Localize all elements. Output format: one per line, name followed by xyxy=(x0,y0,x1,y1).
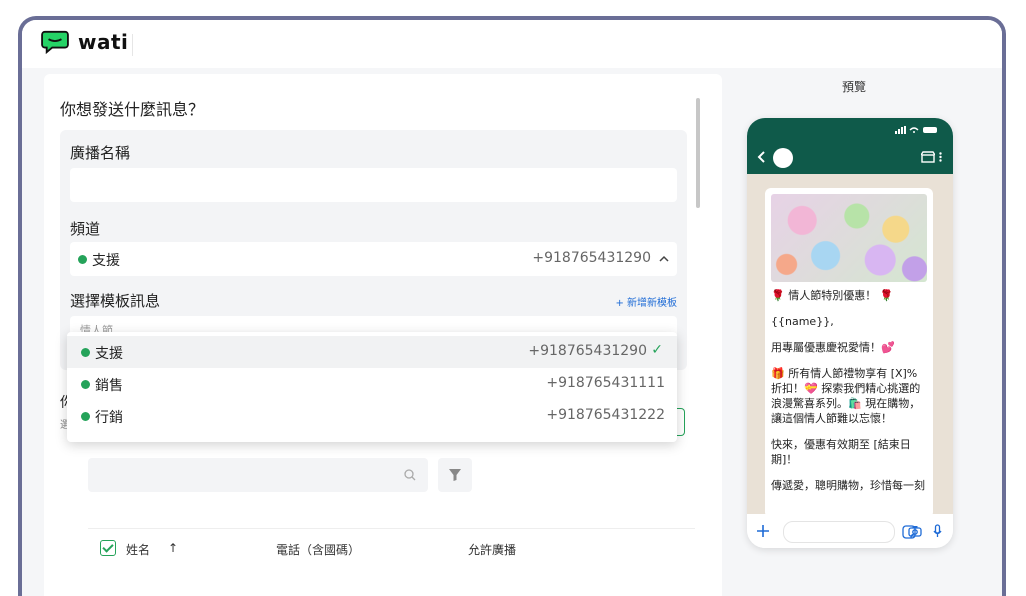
channel-dropdown: 支援 +918765431290 ✓ 銷售 +918765431111 行銷 +… xyxy=(67,332,677,442)
scrollbar[interactable] xyxy=(696,98,700,208)
chat-bubble-logo-icon xyxy=(41,30,69,54)
search-icon xyxy=(404,469,416,481)
broadcast-name-input[interactable] xyxy=(70,168,677,202)
column-header-phone[interactable]: 電話（含國碼） xyxy=(276,541,360,558)
composer-bar xyxy=(747,514,953,548)
chevron-up-icon[interactable] xyxy=(659,255,669,262)
message-line: 🌹 情人節特別優惠！ 🌹 xyxy=(771,289,894,302)
whatsapp-dot-icon xyxy=(78,255,87,264)
channel-select[interactable]: 支援 +918765431290 xyxy=(70,242,677,276)
message-text: 🌹 情人節特別優惠！ 🌹 {{name}}, 用專屬優惠慶祝愛情！💕 🎁 所有情… xyxy=(771,288,927,504)
camera-icon[interactable] xyxy=(908,525,922,537)
whatsapp-dot-icon xyxy=(81,412,90,421)
message-line: 用專屬優惠慶祝愛情！💕 xyxy=(771,341,895,354)
check-icon: ✓ xyxy=(651,342,663,358)
filter-button[interactable] xyxy=(438,458,472,492)
contact-search-input[interactable] xyxy=(88,458,428,492)
more-icon[interactable] xyxy=(939,152,942,162)
message-line: 🎁 所有情人節禮物享有 [X]% 折扣！💝 探索我們精心挑選的浪漫驚喜系列。🛍️… xyxy=(771,367,921,425)
channel-option-number: +918765431111 xyxy=(546,375,665,391)
page-question-title: 你想發送什麼訊息？ xyxy=(60,100,205,119)
store-icon[interactable] xyxy=(921,151,935,163)
sort-arrow-icon[interactable]: ↑ xyxy=(168,541,178,555)
message-line: {{name}}, xyxy=(771,315,834,328)
select-all-checkbox[interactable] xyxy=(100,540,116,556)
channel-option-name: 支援 xyxy=(95,346,123,362)
add-template-link[interactable]: + 新增新模板 xyxy=(615,294,677,309)
channel-option-marketing[interactable]: 行銷 +918765431222 xyxy=(67,400,677,432)
filter-icon xyxy=(449,469,461,481)
message-line: 傳遞愛，聰明購物，珍惜每一刻 xyxy=(771,479,925,492)
message-bubble: 🌹 情人節特別優惠！ 🌹 {{name}}, 用專屬優惠慶祝愛情！💕 🎁 所有情… xyxy=(765,188,933,518)
channel-option-number: +918765431290 xyxy=(528,343,647,359)
status-bar-icons xyxy=(895,126,937,134)
wati-logo[interactable]: wati xyxy=(40,30,128,54)
column-header-name[interactable]: 姓名 xyxy=(126,541,150,558)
column-header-allow-broadcast[interactable]: 允許廣播 xyxy=(468,541,516,558)
broadcast-name-label: 廣播名稱 xyxy=(70,144,131,162)
message-composer-input[interactable] xyxy=(783,521,916,543)
channel-label: 頻道 xyxy=(70,220,101,238)
channel-selected-name: 支援 xyxy=(92,253,120,269)
logo-text: wati xyxy=(78,30,129,54)
chat-header xyxy=(747,118,953,174)
channel-option-name: 銷售 xyxy=(95,378,123,394)
candy-hearts-image xyxy=(771,194,927,282)
plus-icon[interactable] xyxy=(756,524,770,538)
chat-background: 🌹 情人節特別優惠！ 🌹 {{name}}, 用專屬優惠慶祝愛情！💕 🎁 所有情… xyxy=(747,174,953,518)
divider xyxy=(132,34,133,56)
phone-preview: 🌹 情人節特別優惠！ 🌹 {{name}}, 用專屬優惠慶祝愛情！💕 🎁 所有情… xyxy=(747,118,953,548)
template-label: 選擇模板訊息 xyxy=(70,292,161,310)
avatar xyxy=(773,148,793,168)
back-arrow-icon[interactable] xyxy=(757,151,765,163)
message-line: 快來，優惠有效期至 [結束日期]！ xyxy=(771,438,911,466)
whatsapp-dot-icon xyxy=(81,348,90,357)
top-bar: wati xyxy=(22,20,1002,68)
channel-option-number: +918765431222 xyxy=(546,407,665,423)
whatsapp-dot-icon xyxy=(81,380,90,389)
mic-icon[interactable] xyxy=(933,524,942,538)
channel-option-name: 行銷 xyxy=(95,410,123,426)
channel-option-support[interactable]: 支援 +918765431290 ✓ xyxy=(67,336,677,368)
preview-label: 預覽 xyxy=(842,80,867,94)
contacts-table-header: 姓名 ↑ 電話（含國碼） 允許廣播 xyxy=(88,528,695,569)
channel-option-sales[interactable]: 銷售 +918765431111 xyxy=(67,368,677,400)
channel-selected-number: +918765431290 xyxy=(532,250,651,266)
app-window: wati 你想發送什麼訊息？ 廣播名稱 頻道 支援 +918765431290 … xyxy=(18,16,1006,596)
